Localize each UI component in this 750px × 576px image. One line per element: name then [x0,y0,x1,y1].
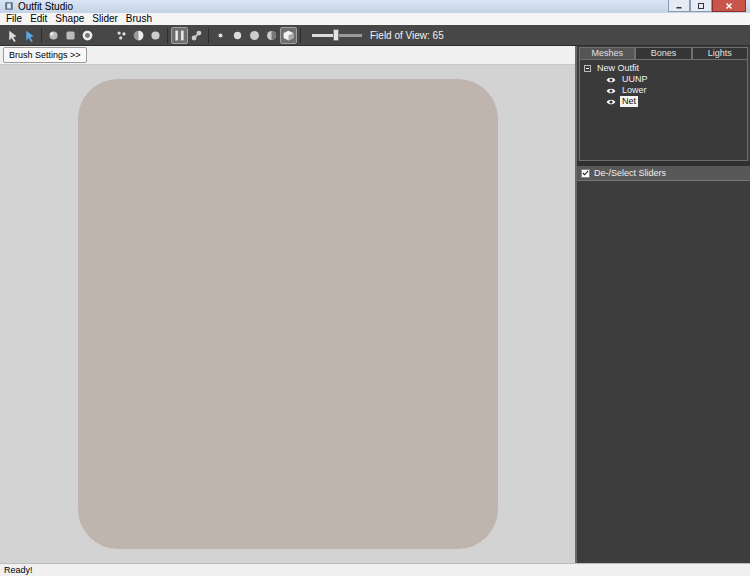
dot-icon [214,29,227,42]
maximize-button[interactable] [690,0,712,12]
minimize-icon [675,2,683,10]
mesh-tree: New OutfitUUNPLowerNet [579,59,748,161]
tool-button[interactable] [171,27,188,44]
tool-button[interactable] [263,27,280,44]
tool-button[interactable] [45,27,62,44]
tool-button[interactable] [4,27,21,44]
tree-item-label[interactable]: Lower [620,85,649,96]
eye-icon[interactable] [606,86,616,96]
close-icon [725,2,733,10]
tool-button[interactable] [113,27,130,44]
tool-button[interactable] [130,27,147,44]
select-icon [6,29,19,42]
menu-item[interactable]: File [2,13,26,25]
tool-button[interactable] [147,27,164,44]
title-bar: Outfit Studio [0,0,750,13]
deflate-icon [98,29,111,42]
transform-icon [23,29,36,42]
menu-item[interactable]: Slider [88,13,122,25]
tool-button[interactable] [79,27,96,44]
brush-strip: Brush Settings >> [0,46,575,65]
check-icon [582,169,589,177]
panel-tabs: MeshesBonesLights [577,46,750,59]
tool-button[interactable] [21,27,38,44]
tool-button[interactable] [280,27,297,44]
expander[interactable] [584,65,591,72]
brush-icon [47,29,60,42]
cube-icon [282,29,295,42]
brush-icon [64,29,77,42]
sliders-header-label: De-/Select Sliders [594,167,666,179]
panel-tab[interactable]: Lights [692,47,748,59]
half-dot-icon [265,29,278,42]
menu-item[interactable]: Shape [51,13,88,25]
fov-slider[interactable] [312,34,362,37]
eye-icon[interactable] [606,97,616,107]
tree-root-label[interactable]: New Outfit [595,63,641,74]
close-button[interactable] [712,0,746,12]
status-bar: Ready! [0,563,750,576]
menu-bar: FileEditShapeSliderBrush [0,13,750,25]
tool-button[interactable] [246,27,263,44]
viewport-area: Brush Settings >> [0,46,575,563]
dot-icon [231,29,244,42]
tree-item[interactable]: Net [584,96,743,107]
maximize-icon [697,2,705,10]
window-title: Outfit Studio [18,0,73,13]
tool-button[interactable] [212,27,229,44]
window-controls [668,0,746,12]
smooth-icon [115,29,128,42]
fov-label: Field of View: 65 [370,28,444,43]
3d-viewport[interactable] [0,65,575,563]
tree-item[interactable]: Lower [584,85,743,96]
toolbar: Field of View: 65 [0,25,750,46]
tree-item[interactable]: UUNP [584,74,743,85]
select-sliders-checkbox[interactable] [581,169,590,178]
tree-root: New Outfit [584,63,743,74]
sliders-header: De-/Select Sliders [577,166,750,181]
tool-button[interactable] [96,27,113,44]
weight-icon [190,29,203,42]
eye-icon[interactable] [606,75,616,85]
status-text: Ready! [4,565,33,575]
side-panel: MeshesBonesLightsNew OutfitUUNPLowerNetD… [575,46,750,563]
slider-list [577,181,750,563]
mask-icon [81,29,94,42]
move-icon [132,29,145,42]
tree-item-label[interactable]: Net [620,96,638,107]
panel-tab[interactable]: Meshes [579,47,635,59]
fov-thumb[interactable] [333,29,339,41]
minimize-button[interactable] [668,0,690,12]
menu-item[interactable]: Brush [122,13,156,25]
inflate-icon [149,29,162,42]
mirror-icon [173,29,186,42]
dot-icon [248,29,261,42]
menu-item[interactable]: Edit [26,13,51,25]
model-render [78,79,498,549]
tool-button[interactable] [188,27,205,44]
tool-button[interactable] [62,27,79,44]
tool-button[interactable] [229,27,246,44]
tree-item-label[interactable]: UUNP [620,74,650,85]
panel-tab[interactable]: Bones [635,47,691,59]
brush-settings-button[interactable]: Brush Settings >> [3,47,87,63]
app-icon [4,1,14,11]
